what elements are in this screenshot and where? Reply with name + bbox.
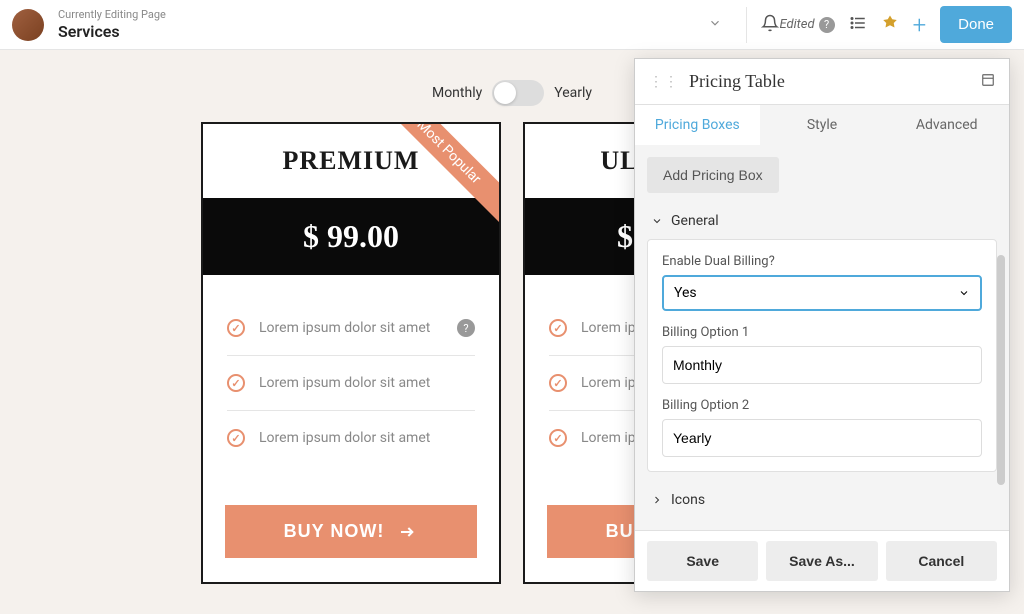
check-icon [549,374,567,392]
page-info: Currently Editing Page Services [58,8,166,40]
section-general[interactable]: General [647,203,997,239]
tab-pricing-boxes[interactable]: Pricing Boxes [635,105,760,145]
check-icon [549,319,567,337]
feature-item: Lorem ipsum dolor sit amet? [227,301,475,356]
outline-icon [849,14,867,32]
top-bar: Currently Editing Page Services Edited ?… [0,0,1024,50]
check-icon [227,429,245,447]
toggle-knob [494,82,516,104]
panel-header[interactable]: ⋮⋮ Pricing Table [635,59,1009,104]
add-button[interactable]: + [913,11,927,39]
add-pricing-box-button[interactable]: Add Pricing Box [647,157,779,193]
dual-billing-select[interactable]: Yes [662,275,982,311]
tab-style[interactable]: Style [760,105,885,145]
divider [746,7,747,43]
help-icon[interactable]: ? [819,17,835,33]
done-button[interactable]: Done [940,6,1012,43]
billing-toggle-switch[interactable] [492,80,544,106]
help-icon[interactable]: ? [457,319,475,337]
notifications-button[interactable] [761,14,779,36]
panel-title: Pricing Table [689,71,981,92]
window-icon [981,73,995,87]
field-label: Billing Option 2 [662,398,982,413]
check-icon [549,429,567,447]
bell-icon [761,14,779,32]
feature-list: Lorem ipsum dolor sit amet? Lorem ipsum … [203,275,499,485]
card-price: $ 99.00 [203,198,499,275]
chevron-down-icon [708,16,722,30]
chevron-down-icon [958,287,970,299]
settings-panel: ⋮⋮ Pricing Table Pricing Boxes Style Adv… [634,58,1010,592]
page-info-label: Currently Editing Page [58,8,166,21]
cancel-button[interactable]: Cancel [886,541,997,581]
billing-toggle: Monthly Yearly [432,80,592,106]
chevron-down-icon [651,215,663,227]
billing-option-1-input[interactable] [662,346,982,384]
section-icons[interactable]: Icons [647,482,997,518]
pricing-card[interactable]: Most Popular PREMIUM $ 99.00 Lorem ipsum… [201,122,501,584]
save-button[interactable]: Save [647,541,758,581]
outline-button[interactable] [849,14,867,36]
tab-advanced[interactable]: Advanced [884,105,1009,145]
topbar-actions: Edited ? + Done [779,6,1012,43]
honey-icon-button[interactable] [881,14,899,36]
panel-footer: Save Save As... Cancel [635,530,1009,591]
section-general-body: Enable Dual Billing? Yes Billing Option … [647,239,997,472]
check-icon [227,374,245,392]
page-title: Services [58,22,166,41]
edited-status: Edited ? [779,17,834,33]
drag-handle-icon[interactable]: ⋮⋮ [649,74,679,90]
field-dual-billing: Enable Dual Billing? Yes [662,254,982,311]
chevron-right-icon [651,494,663,506]
panel-body: Add Pricing Box General Enable Dual Bill… [635,145,1009,530]
arrow-right-icon [396,524,418,540]
logo-icon [12,9,44,41]
field-label: Enable Dual Billing? [662,254,982,269]
save-as-button[interactable]: Save As... [766,541,877,581]
scrollbar[interactable] [997,255,1005,485]
field-billing-option-1: Billing Option 1 [662,325,982,384]
field-label: Billing Option 1 [662,325,982,340]
feature-item: Lorem ipsum dolor sit amet [227,356,475,411]
billing-option-2-input[interactable] [662,419,982,457]
page-dropdown[interactable] [698,15,732,34]
feature-item: Lorem ipsum dolor sit amet [227,411,475,465]
toggle-label-left: Monthly [432,85,482,101]
honey-icon [881,14,899,32]
field-billing-option-2: Billing Option 2 [662,398,982,457]
panel-tabs: Pricing Boxes Style Advanced [635,104,1009,145]
check-icon [227,319,245,337]
toggle-label-right: Yearly [554,85,592,101]
expand-button[interactable] [981,72,995,91]
buy-button[interactable]: BUY NOW! [225,505,477,558]
